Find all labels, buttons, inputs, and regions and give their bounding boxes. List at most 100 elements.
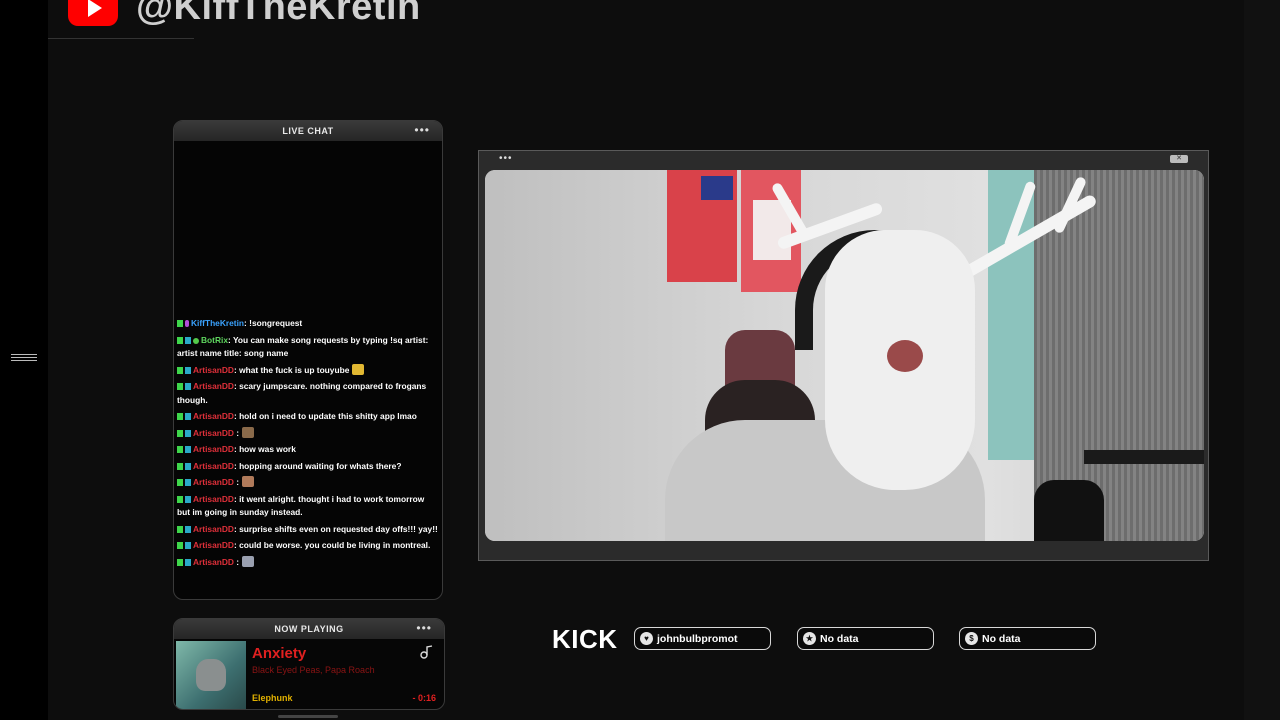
- kick-badge-icon: [177, 383, 183, 390]
- chat-message: ArtisanDD :: [177, 555, 439, 570]
- stat-label: No data: [820, 632, 859, 645]
- sub-badge-icon: [185, 542, 191, 549]
- chat-text: :: [233, 427, 240, 438]
- chat-message: ArtisanDD: it went alright. thought i ha…: [177, 493, 439, 520]
- chat-text: : hopping around waiting for whats there…: [233, 460, 402, 471]
- brand-divider: [48, 38, 194, 39]
- chat-message: ArtisanDD :: [177, 426, 439, 441]
- channel-handle: @KiffTheKretin: [136, 0, 421, 28]
- webcam-feed: [485, 170, 1204, 541]
- live-chat-menu-icon[interactable]: •••: [414, 124, 430, 136]
- close-icon[interactable]: ✕: [1170, 155, 1188, 163]
- chat-message: BotRix: You can make song requests by ty…: [177, 334, 439, 361]
- sub-badge-icon: [185, 462, 191, 470]
- sub-badge-icon: [185, 558, 191, 566]
- sub-badge-icon: [185, 366, 191, 374]
- channel-brand: @KiffTheKretin: [68, 0, 421, 29]
- chat-username[interactable]: ArtisanDD: [193, 477, 234, 487]
- microphone: [1034, 480, 1104, 541]
- kick-badge-icon: [177, 525, 183, 533]
- youtube-logo-icon: [68, 0, 118, 26]
- chat-text: :: [233, 477, 240, 487]
- sub-badge-icon: [185, 525, 191, 533]
- live-chat-title: LIVE CHAT: [282, 126, 334, 136]
- now-playing-header: NOW PLAYING •••: [174, 619, 444, 639]
- dollar-icon: $: [965, 632, 978, 645]
- webcam-window: ••• ✕: [478, 150, 1209, 561]
- left-rail: [0, 0, 48, 720]
- chat-message: ArtisanDD: scary jumpscare. nothing comp…: [177, 380, 439, 407]
- deer-skull-mask: [825, 230, 975, 490]
- kick-badge-icon: [177, 446, 183, 453]
- live-chat-header: LIVE CHAT •••: [174, 121, 442, 141]
- chat-username[interactable]: KiffTheKretin: [191, 318, 244, 328]
- webcam-menu-icon[interactable]: •••: [499, 153, 513, 164]
- sub-badge-icon: [185, 383, 191, 390]
- emote-icon: [242, 426, 255, 438]
- ontario-flag: [667, 170, 737, 282]
- song-artists: Black Eyed Peas, Papa Roach: [252, 665, 375, 675]
- webcam-titlebar: ••• ✕: [479, 151, 1208, 167]
- chat-text: : surprise shifts even on requested day …: [233, 523, 438, 534]
- chat-username[interactable]: ArtisanDD: [193, 494, 234, 504]
- chat-text: : could be worse. you could be living in…: [233, 540, 431, 550]
- kick-badge-icon: [177, 462, 183, 470]
- chat-username[interactable]: ArtisanDD: [193, 524, 234, 534]
- sub-badge-icon: [185, 429, 191, 437]
- chat-message: ArtisanDD: how was work: [177, 443, 439, 457]
- kick-badge-icon: [177, 413, 183, 420]
- chat-username[interactable]: BotRix: [201, 335, 228, 345]
- chat-username[interactable]: ArtisanDD: [193, 557, 234, 567]
- kick-badge-icon: [177, 366, 183, 374]
- now-playing-menu-icon[interactable]: •••: [416, 622, 432, 634]
- chat-message: ArtisanDD :: [177, 476, 439, 490]
- emote-icon: [242, 476, 255, 487]
- kick-logo: KICK: [552, 624, 618, 654]
- kick-badge-icon: [177, 558, 183, 566]
- chat-message-list: KiffTheKretin: !songrequest BotRix: You c…: [177, 317, 439, 572]
- stat-pill: ♥ johnbulbpromot: [634, 627, 771, 650]
- right-rail: [1244, 0, 1280, 720]
- kick-badge-icon: [177, 542, 183, 549]
- chat-username[interactable]: ArtisanDD: [193, 411, 234, 421]
- star-icon: ★: [803, 632, 816, 645]
- stat-pill: $ No data: [959, 627, 1096, 650]
- stat-label: johnbulbpromot: [657, 632, 738, 645]
- chat-username[interactable]: ArtisanDD: [193, 444, 234, 454]
- chat-username[interactable]: ArtisanDD: [193, 540, 234, 550]
- chat-username[interactable]: ArtisanDD: [193, 381, 234, 391]
- chat-message: ArtisanDD: hopping around waiting for wh…: [177, 460, 439, 474]
- chat-username[interactable]: ArtisanDD: [193, 428, 234, 438]
- kick-badge-icon: [177, 336, 183, 344]
- chat-message: ArtisanDD: hold on i need to update this…: [177, 410, 439, 424]
- mic-badge-icon: [185, 320, 189, 327]
- sub-badge-icon: [185, 336, 191, 344]
- sub-badge-icon: [185, 495, 191, 503]
- stat-label: No data: [982, 632, 1021, 645]
- chat-text: : hold on i need to update this shitty a…: [233, 411, 417, 421]
- chat-message: KiffTheKretin: !songrequest: [177, 317, 439, 331]
- chat-message: ArtisanDD: surprise shifts even on reque…: [177, 523, 439, 537]
- chat-text: :: [233, 556, 240, 567]
- stat-pill: ★ No data: [797, 627, 934, 650]
- chat-username[interactable]: ArtisanDD: [193, 461, 234, 471]
- emote-icon: [242, 555, 255, 567]
- emote-icon: [352, 363, 365, 375]
- song-title: Anxiety: [252, 645, 307, 662]
- song-time-remaining: - 0:16: [412, 693, 436, 703]
- kick-badge-icon: [177, 320, 183, 327]
- verified-badge-icon: [193, 337, 199, 344]
- chat-text: : how was work: [233, 444, 296, 454]
- sub-badge-icon: [185, 479, 191, 486]
- sub-badge-icon: [185, 413, 191, 420]
- now-playing-panel: NOW PLAYING ••• Anxiety Black Eyed Peas,…: [173, 618, 445, 710]
- album-art: [176, 641, 246, 709]
- song-album: Elephunk: [252, 693, 293, 703]
- chat-username[interactable]: ArtisanDD: [193, 365, 234, 375]
- hamburger-menu-icon[interactable]: [11, 354, 37, 364]
- sub-badge-icon: [185, 446, 191, 453]
- chat-message: ArtisanDD: could be worse. you could be …: [177, 539, 439, 553]
- chat-message: ArtisanDD: what the fuck is up touyube: [177, 363, 439, 378]
- now-playing-title: NOW PLAYING: [274, 624, 344, 634]
- scroll-indicator: [278, 715, 338, 718]
